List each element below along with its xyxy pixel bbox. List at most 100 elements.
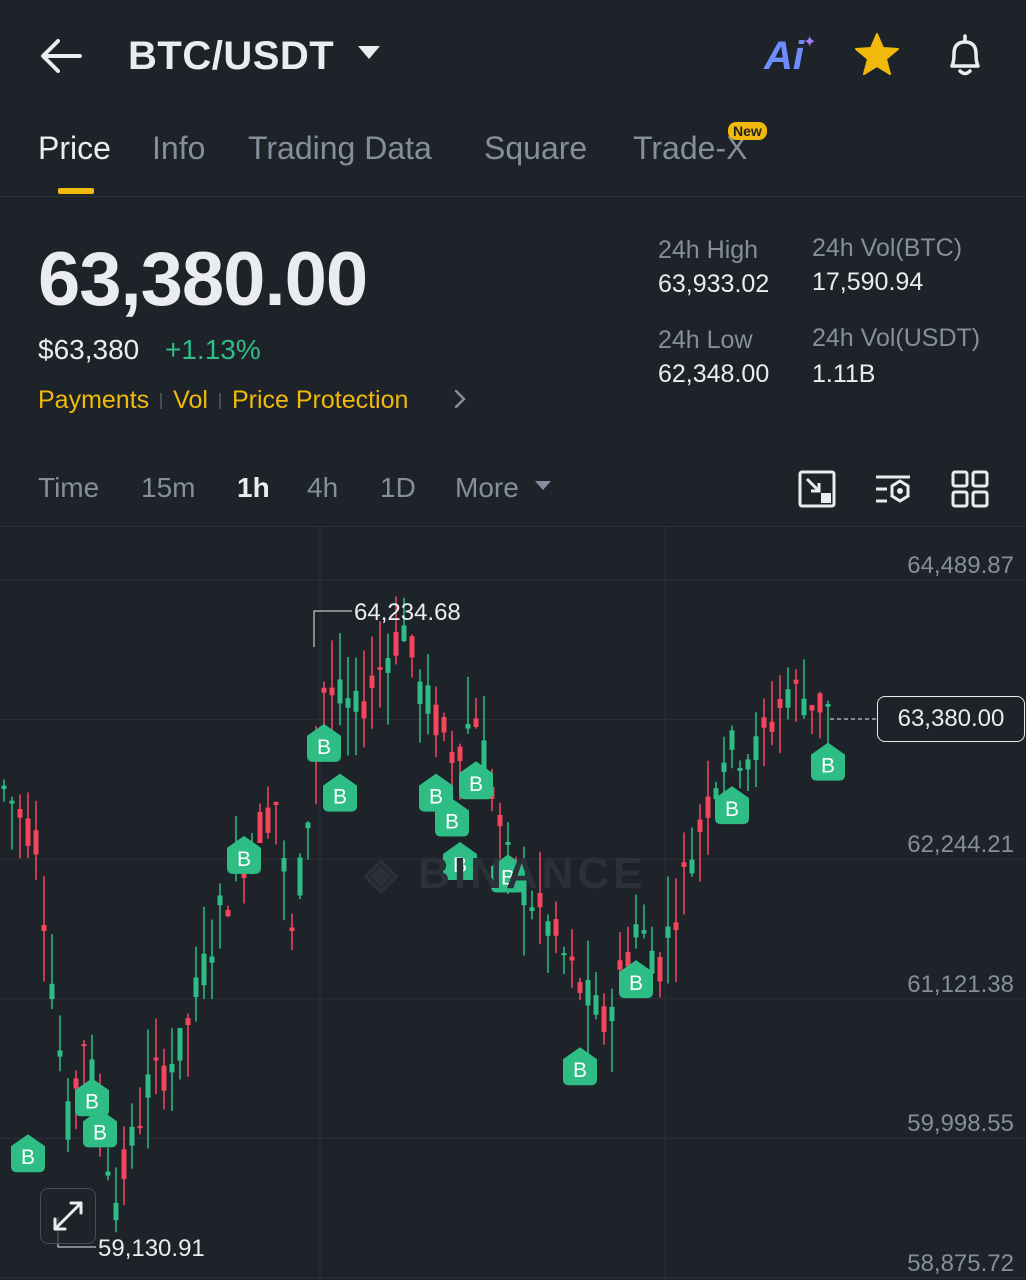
candle-body[interactable] <box>1 785 7 790</box>
tab-square[interactable]: Square <box>484 130 587 167</box>
candle-body[interactable] <box>569 956 575 961</box>
candle-body[interactable] <box>209 956 215 963</box>
candle-body[interactable] <box>393 631 399 656</box>
buy-marker[interactable]: B <box>75 1078 109 1117</box>
candle-body[interactable] <box>785 689 791 708</box>
candle-body[interactable] <box>145 1074 151 1098</box>
back-arrow-icon[interactable] <box>38 36 84 76</box>
candle-body[interactable] <box>177 1028 183 1061</box>
candle-body[interactable] <box>737 768 743 772</box>
candle-body[interactable] <box>409 636 415 658</box>
candle-body[interactable] <box>401 625 407 642</box>
vol-link[interactable]: Vol <box>173 386 208 415</box>
candle-body[interactable] <box>817 693 823 713</box>
candle-body[interactable] <box>585 979 591 1006</box>
timeframe-time[interactable]: Time <box>38 472 99 504</box>
candle-body[interactable] <box>609 1006 615 1022</box>
candle-body[interactable] <box>369 675 375 688</box>
candle-body[interactable] <box>129 1126 135 1146</box>
candle-body[interactable] <box>465 723 471 729</box>
candle-body[interactable] <box>601 1006 607 1033</box>
candle-body[interactable] <box>473 718 479 727</box>
timeframe-1h[interactable]: 1h <box>237 472 270 504</box>
candle-body[interactable] <box>161 1065 167 1091</box>
candle-body[interactable] <box>721 762 727 773</box>
tab-trading-data[interactable]: Trading Data <box>248 130 432 167</box>
candle-body[interactable] <box>201 953 207 986</box>
candle-body[interactable] <box>729 730 735 750</box>
indicator-settings-icon[interactable] <box>873 469 913 509</box>
candle-body[interactable] <box>17 809 23 818</box>
candle-body[interactable] <box>809 705 815 711</box>
candle-body[interactable] <box>49 983 55 1000</box>
buy-marker[interactable]: B <box>307 723 341 762</box>
candle-body[interactable] <box>169 1063 175 1073</box>
ai-assistant-button[interactable]: Ai <box>764 34 804 79</box>
candle-body[interactable] <box>553 919 559 936</box>
candle-body[interactable] <box>825 703 831 707</box>
candle-body[interactable] <box>81 1044 87 1047</box>
candle-body[interactable] <box>481 740 487 769</box>
candle-body[interactable] <box>113 1202 119 1221</box>
candle-body[interactable] <box>689 859 695 874</box>
candle-body[interactable] <box>793 679 799 684</box>
candle-body[interactable] <box>441 717 447 733</box>
candle-body[interactable] <box>193 977 199 998</box>
candle-body[interactable] <box>257 812 263 843</box>
candle-body[interactable] <box>361 701 367 719</box>
candle-body[interactable] <box>9 800 15 804</box>
candle-body[interactable] <box>641 930 647 934</box>
candle-body[interactable] <box>57 1050 63 1057</box>
candle-body[interactable] <box>505 841 511 845</box>
candle-body[interactable] <box>377 667 383 670</box>
candle-body[interactable] <box>185 1018 191 1026</box>
candle-body[interactable] <box>449 751 455 764</box>
buy-marker[interactable]: B <box>619 960 653 999</box>
chevron-right-icon[interactable] <box>452 388 468 410</box>
chart-mode-icon[interactable] <box>797 469 837 509</box>
buy-marker[interactable]: B <box>323 773 357 812</box>
candle-body[interactable] <box>105 1171 111 1176</box>
candle-body[interactable] <box>329 687 335 696</box>
expand-chart-icon[interactable] <box>40 1188 96 1244</box>
candle-body[interactable] <box>617 960 623 970</box>
candle-body[interactable] <box>425 685 431 714</box>
timeframe-4h[interactable]: 4h <box>307 472 338 504</box>
candle-body[interactable] <box>657 956 663 982</box>
buy-marker[interactable]: B <box>811 742 845 781</box>
candle-body[interactable] <box>777 699 783 708</box>
bell-icon[interactable] <box>940 30 990 80</box>
tab-info[interactable]: Info <box>152 130 205 167</box>
candle-body[interactable] <box>497 814 503 827</box>
candle-body[interactable] <box>801 698 807 716</box>
timeframe-15m[interactable]: 15m <box>141 472 195 504</box>
candle-body[interactable] <box>65 1101 71 1140</box>
candle-body[interactable] <box>753 736 759 761</box>
candle-body[interactable] <box>561 953 567 956</box>
caret-down-icon[interactable] <box>535 481 551 490</box>
tab-price[interactable]: Price <box>38 130 111 167</box>
candle-body[interactable] <box>25 818 31 846</box>
buy-marker[interactable]: B <box>11 1134 45 1173</box>
candle-body[interactable] <box>433 704 439 736</box>
candle-body[interactable] <box>673 922 679 931</box>
timeframe-more[interactable]: More <box>455 472 519 504</box>
candle-body[interactable] <box>625 951 631 967</box>
candle-body[interactable] <box>577 982 583 993</box>
candle-body[interactable] <box>633 924 639 938</box>
candle-body[interactable] <box>385 657 391 673</box>
star-icon[interactable] <box>852 30 902 80</box>
candle-body[interactable] <box>321 687 327 693</box>
price-chart[interactable]: BBBBBBBBBBBBBBB ◈ BINANCE 64,489.8763,36… <box>0 527 1026 1280</box>
candle-body[interactable] <box>153 1057 159 1061</box>
candle-body[interactable] <box>417 681 423 704</box>
candle-body[interactable] <box>705 796 711 818</box>
candle-body[interactable] <box>33 830 39 855</box>
candle-body[interactable] <box>41 925 47 932</box>
pair-selector[interactable]: BTC/USDT <box>128 34 334 79</box>
candle-body[interactable] <box>665 926 671 938</box>
candle-body[interactable] <box>345 698 351 708</box>
candle-body[interactable] <box>545 921 551 936</box>
candle-body[interactable] <box>593 995 599 1015</box>
timeframe-1d[interactable]: 1D <box>380 472 416 504</box>
